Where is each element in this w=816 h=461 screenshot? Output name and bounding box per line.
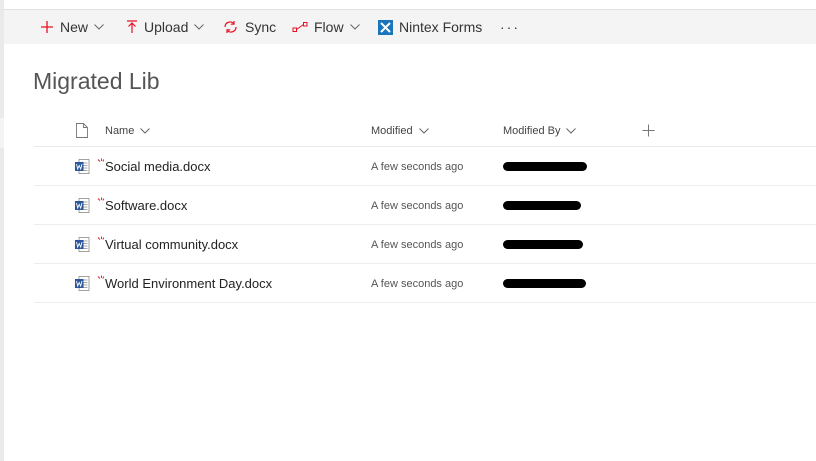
file-name-link[interactable]: Software.docx [105, 186, 187, 225]
file-name-link[interactable]: Social media.docx [105, 147, 211, 186]
nintex-label: Nintex Forms [399, 19, 483, 35]
table-row[interactable]: Virtual community.docx A few seconds ago [34, 225, 816, 264]
ellipsis-icon: ··· [500, 19, 520, 35]
table-row[interactable]: World Environment Day.docx A few seconds… [34, 264, 816, 303]
new-item-icon [97, 192, 105, 210]
sync-label: Sync [245, 19, 277, 35]
plus-icon [40, 20, 54, 34]
column-header-name[interactable]: Name [105, 114, 151, 147]
file-type-header-icon[interactable] [76, 114, 88, 147]
modified-value: A few seconds ago [371, 277, 464, 290]
left-nav-edge [0, 0, 4, 461]
add-column-button[interactable] [642, 114, 655, 147]
word-file-icon [75, 237, 90, 257]
column-header-modified-label: Modified [371, 124, 413, 137]
nintex-icon [378, 19, 393, 35]
chevron-down-icon [349, 24, 360, 30]
chevron-down-icon [94, 24, 104, 30]
chevron-down-icon [194, 24, 205, 30]
new-item-icon [97, 153, 105, 171]
new-label: New [60, 19, 89, 35]
modified-value: A few seconds ago [371, 238, 464, 251]
more-button[interactable]: ··· [500, 10, 520, 44]
file-name-link[interactable]: World Environment Day.docx [105, 264, 272, 303]
page-title: Migrated Lib [33, 68, 160, 94]
table-row[interactable]: Social media.docx A few seconds ago [34, 147, 816, 186]
new-item-icon [97, 270, 105, 288]
redacted-modified-by [503, 279, 586, 288]
upload-label: Upload [144, 19, 189, 35]
sync-button[interactable]: Sync [222, 10, 276, 44]
flow-button[interactable]: Flow [292, 10, 360, 44]
word-file-icon [75, 198, 90, 218]
redacted-modified-by [503, 240, 583, 249]
redacted-modified-by [503, 162, 587, 171]
chevron-down-icon [140, 127, 151, 134]
flow-label: Flow [314, 19, 344, 35]
sync-icon [222, 20, 239, 34]
table-row[interactable]: Software.docx A few seconds ago [34, 186, 816, 225]
plus-icon [642, 124, 655, 137]
word-file-icon [75, 159, 90, 179]
column-header-name-label: Name [105, 124, 135, 137]
modified-value: A few seconds ago [371, 199, 464, 212]
column-header-modified-by-label: Modified By [503, 124, 561, 137]
chevron-down-icon [566, 127, 577, 134]
column-header-modified[interactable]: Modified [371, 114, 429, 147]
upload-button[interactable]: Upload [126, 10, 205, 44]
new-button[interactable]: New [40, 10, 104, 44]
left-nav-notch [0, 118, 4, 148]
command-bar: New Upload Sync Flow Nintex Forms ··· [4, 9, 816, 44]
redacted-modified-by [503, 201, 581, 210]
column-header-row: Name Modified Modified By [34, 114, 816, 147]
nintex-forms-button[interactable]: Nintex Forms [378, 10, 482, 44]
chevron-down-icon [418, 127, 429, 134]
modified-value: A few seconds ago [371, 160, 464, 173]
new-item-icon [97, 231, 105, 249]
upload-icon [126, 20, 138, 34]
word-file-icon [75, 276, 90, 296]
flow-icon [292, 21, 308, 33]
file-name-link[interactable]: Virtual community.docx [105, 225, 238, 264]
column-header-modified-by[interactable]: Modified By [503, 114, 577, 147]
